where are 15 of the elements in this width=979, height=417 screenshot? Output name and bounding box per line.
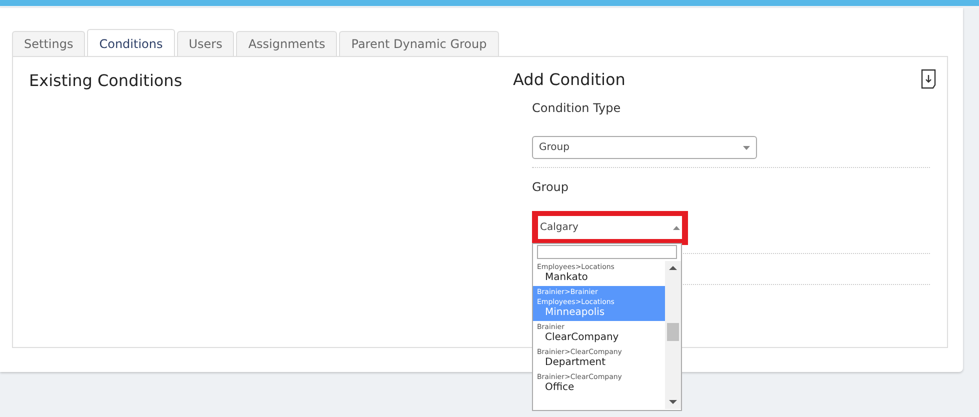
caret-icon [743, 146, 750, 150]
scrollbar[interactable] [665, 261, 681, 409]
field-label: Group [532, 180, 570, 194]
section-title: Existing Conditions [29, 71, 184, 90]
condition-type-select[interactable]: Group [532, 136, 757, 159]
tab[interactable]: Conditions [87, 29, 175, 57]
tab[interactable]: Settings [12, 31, 86, 56]
caret-icon [673, 226, 680, 230]
tab[interactable]: Assignments [236, 31, 338, 56]
tab[interactable]: Users [176, 31, 234, 56]
field-label: Condition Type [532, 101, 622, 115]
tab[interactable]: Parent Dynamic Group [339, 31, 499, 56]
section-title: Add Condition [513, 70, 626, 88]
download-icon[interactable] [921, 69, 937, 89]
search-field[interactable] [537, 245, 677, 259]
